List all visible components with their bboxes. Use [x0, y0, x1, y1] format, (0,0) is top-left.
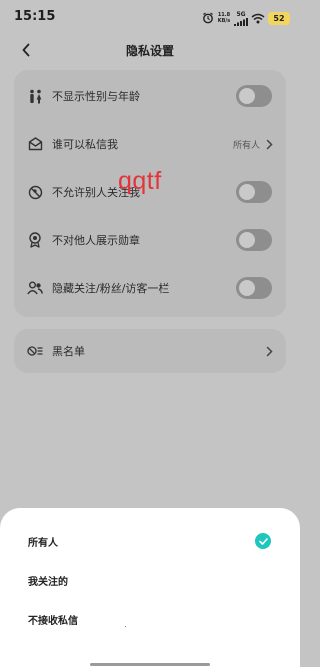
page-header: 隐私设置	[0, 36, 300, 64]
sheet-option-no-messages[interactable]: 不接收私信	[0, 599, 300, 639]
sheet-option-everyone[interactable]: 所有人	[0, 521, 300, 561]
sheet-option-following[interactable]: 我关注的	[0, 560, 300, 600]
chevron-right-icon	[264, 344, 274, 358]
status-time: 15:15	[14, 9, 56, 24]
blocklist-card: 黑名单	[14, 329, 286, 373]
setting-row-hide-follow-fans-visitors[interactable]: 隐藏关注/粉丝/访客一栏	[14, 264, 286, 312]
no-follow-icon	[27, 184, 43, 200]
status-bar: 15:15 11.8 KB/s 5G 52	[0, 0, 300, 36]
setting-row-hide-medals[interactable]: 不对他人展示勋章	[14, 216, 286, 264]
toggle-knob	[239, 280, 255, 296]
gender-icon	[27, 88, 43, 104]
option-label: 所有人	[28, 538, 58, 549]
alarm-icon	[202, 9, 214, 28]
toggle-knob	[239, 232, 255, 248]
medal-icon	[27, 232, 43, 248]
setting-row-hide-gender-age[interactable]: 不显示性别与年龄	[14, 72, 286, 120]
hide-gender-age-toggle[interactable]	[236, 85, 272, 107]
message-permission-sheet: 所有人 我关注的 不接收私信	[0, 508, 300, 667]
setting-label: 隐藏关注/粉丝/访客一栏	[52, 282, 170, 295]
users-icon	[27, 280, 43, 296]
decorative-dot	[125, 626, 126, 627]
setting-label: 不对他人展示勋章	[52, 234, 140, 247]
network-type: 5G	[236, 10, 246, 18]
toggle-knob	[239, 184, 255, 200]
home-indicator[interactable]	[90, 663, 210, 666]
blocklist-icon	[27, 343, 43, 359]
hide-follow-fans-visitors-toggle[interactable]	[236, 277, 272, 299]
status-icons: 11.8 KB/s 5G 52	[202, 8, 290, 28]
blocklist-row[interactable]: 黑名单	[14, 327, 286, 375]
battery-indicator: 52	[268, 11, 290, 25]
signal-icon: 5G	[234, 11, 248, 26]
no-follow-toggle[interactable]	[236, 181, 272, 203]
setting-label: 不显示性别与年龄	[52, 90, 140, 103]
setting-label: 谁可以私信我	[52, 138, 118, 151]
net-speed: 11.8 KB/s	[217, 12, 231, 24]
hide-medals-toggle[interactable]	[236, 229, 272, 251]
blocklist-label: 黑名单	[52, 345, 85, 358]
check-icon	[255, 533, 271, 549]
option-label: 我关注的	[28, 577, 68, 588]
chevron-right-icon	[264, 137, 274, 151]
wifi-icon	[251, 9, 265, 28]
toggle-knob	[239, 88, 255, 104]
watermark-text: qqtf	[118, 167, 162, 195]
page-title: 隐私设置	[125, 44, 174, 58]
message-icon	[27, 136, 43, 152]
option-label: 不接收私信	[28, 616, 78, 627]
setting-value: 所有人	[232, 140, 260, 151]
net-speed-unit: KB/s	[217, 18, 231, 24]
setting-row-who-can-message[interactable]: 谁可以私信我 所有人	[14, 120, 286, 168]
